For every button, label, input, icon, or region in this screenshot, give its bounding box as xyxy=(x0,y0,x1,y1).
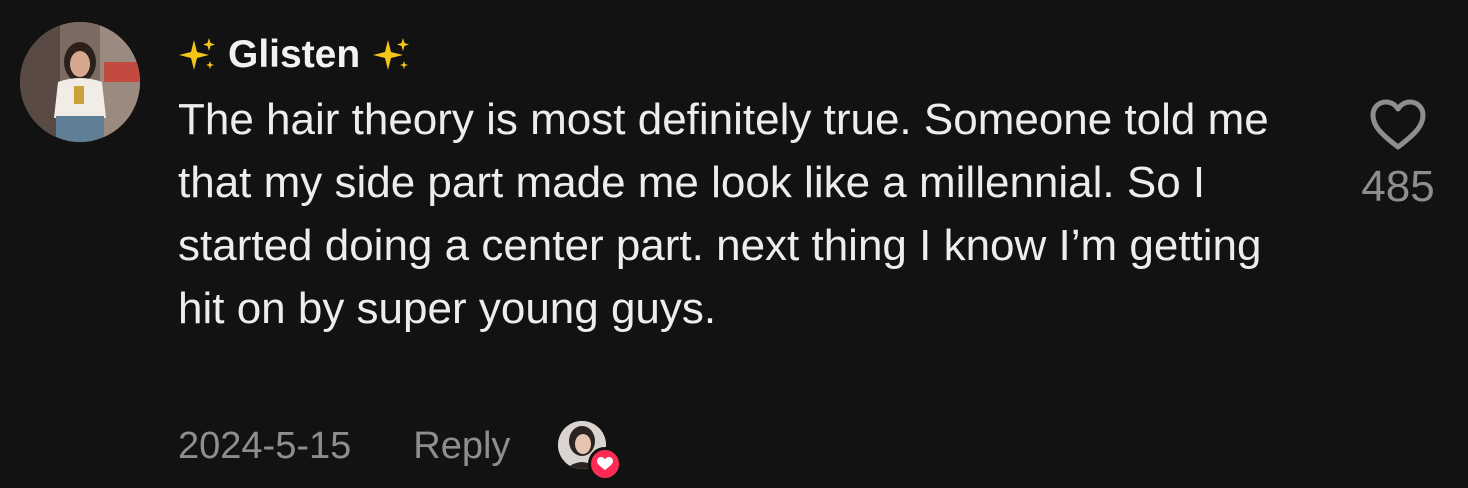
like-count: 485 xyxy=(1361,162,1435,211)
heart-outline-icon[interactable] xyxy=(1369,98,1427,152)
heart-badge-icon xyxy=(588,447,623,481)
sparkles-icon xyxy=(372,36,410,74)
reply-button[interactable]: Reply xyxy=(413,425,510,468)
creator-liked-indicator xyxy=(558,421,623,481)
sparkles-icon xyxy=(178,36,216,74)
comment-text: The hair theory is most definitely true.… xyxy=(178,95,1269,333)
username-row[interactable]: Glisten xyxy=(178,32,410,78)
comment-meta: 2024-5-15 Reply xyxy=(178,420,623,481)
like-area: 485 xyxy=(1350,98,1446,212)
comment-date: 2024-5-15 xyxy=(178,424,352,467)
commenter-avatar[interactable] xyxy=(20,22,140,142)
username[interactable]: Glisten xyxy=(228,33,360,77)
